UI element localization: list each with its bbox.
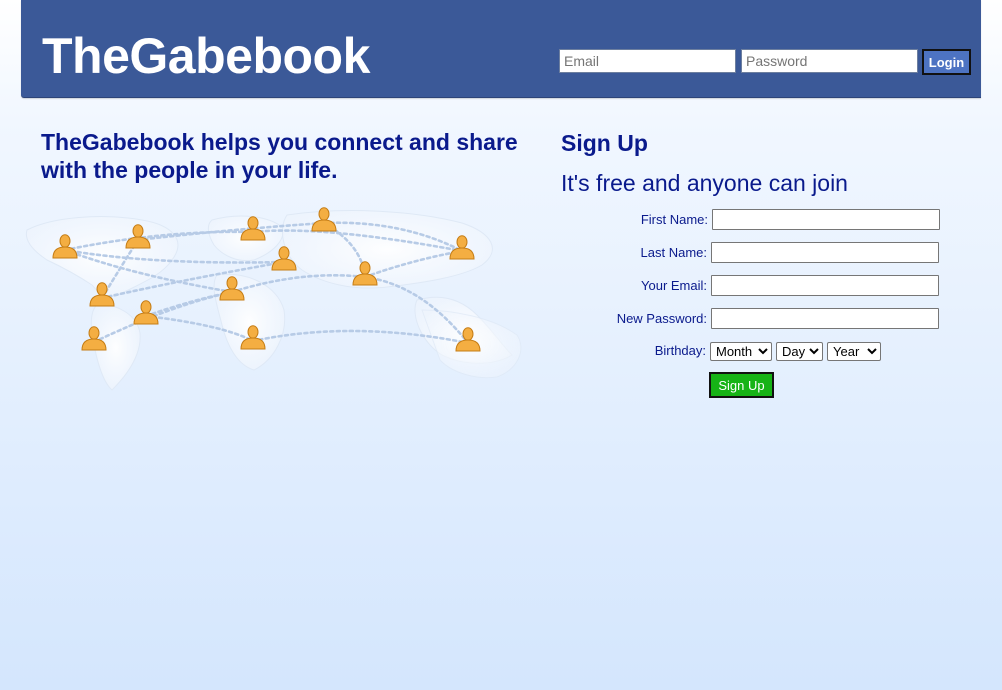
signup-button[interactable]: Sign Up	[709, 372, 774, 398]
world-map-illustration	[25, 207, 522, 391]
last-name-label: Last Name:	[640, 245, 707, 260]
top-bar: TheGabebook Login	[21, 0, 981, 98]
first-name-input[interactable]	[712, 209, 940, 230]
new-password-label: New Password:	[616, 311, 707, 326]
birthday-day-select[interactable]: Day	[776, 342, 823, 361]
birthday-year-select[interactable]: Year	[827, 342, 881, 361]
signup-subtitle: It's free and anyone can join	[561, 170, 848, 196]
new-password-input[interactable]	[711, 308, 939, 329]
first-name-label: First Name:	[640, 212, 708, 227]
your-email-label: Your Email:	[641, 278, 707, 293]
birthday-label: Birthday:	[654, 343, 706, 358]
last-name-input[interactable]	[711, 242, 939, 263]
signup-email-input[interactable]	[711, 275, 939, 296]
login-button[interactable]: Login	[922, 49, 971, 75]
login-email-input[interactable]	[559, 49, 736, 73]
login-password-input[interactable]	[741, 49, 918, 73]
signup-title: Sign Up	[561, 130, 648, 156]
tagline: TheGabebook helps you connect and share …	[41, 129, 518, 183]
site-logo[interactable]: TheGabebook	[42, 28, 370, 84]
birthday-month-select[interactable]: Month	[710, 342, 772, 361]
